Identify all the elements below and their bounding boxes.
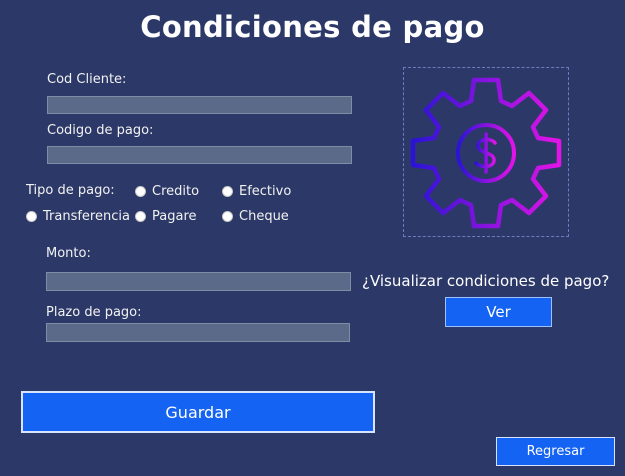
radio-efectivo[interactable]: Efectivo <box>222 184 291 199</box>
plazo-pago-label: Plazo de pago: <box>46 305 142 320</box>
guardar-button[interactable]: Guardar <box>21 391 375 433</box>
cod-cliente-label: Cod Cliente: <box>47 72 127 87</box>
radio-circle[interactable] <box>26 211 37 222</box>
plazo-pago-input[interactable] <box>46 323 350 342</box>
cod-cliente-input[interactable] <box>47 96 352 114</box>
radio-label: Cheque <box>239 209 289 224</box>
gear-dollar-icon <box>403 67 569 237</box>
radio-label: Pagare <box>152 209 197 224</box>
regresar-button[interactable]: Regresar <box>496 437 615 466</box>
radio-label: Transferencia <box>43 209 130 224</box>
radio-transferencia[interactable]: Transferencia <box>26 209 130 224</box>
radio-circle[interactable] <box>135 211 146 222</box>
radio-label: Credito <box>152 184 200 199</box>
monto-label: Monto: <box>46 246 91 261</box>
view-conditions-question: ¿Visualizar condiciones de pago? <box>362 272 610 290</box>
page-title: Condiciones de pago <box>140 10 485 44</box>
gear-dollar-icon-svg <box>410 77 562 229</box>
ver-button[interactable]: Ver <box>445 297 552 327</box>
radio-cheque[interactable]: Cheque <box>222 209 289 224</box>
tipo-pago-label: Tipo de pago: <box>26 183 115 198</box>
radio-credito[interactable]: Credito <box>135 184 199 199</box>
codigo-pago-input[interactable] <box>47 146 352 164</box>
radio-label: Efectivo <box>239 184 292 199</box>
radio-circle[interactable] <box>135 186 146 197</box>
dollar-sign <box>474 132 497 174</box>
radio-circle[interactable] <box>222 186 233 197</box>
radio-circle[interactable] <box>222 211 233 222</box>
codigo-pago-label: Codigo de pago: <box>47 123 154 138</box>
monto-input[interactable] <box>46 272 351 291</box>
radio-pagare[interactable]: Pagare <box>135 209 197 224</box>
